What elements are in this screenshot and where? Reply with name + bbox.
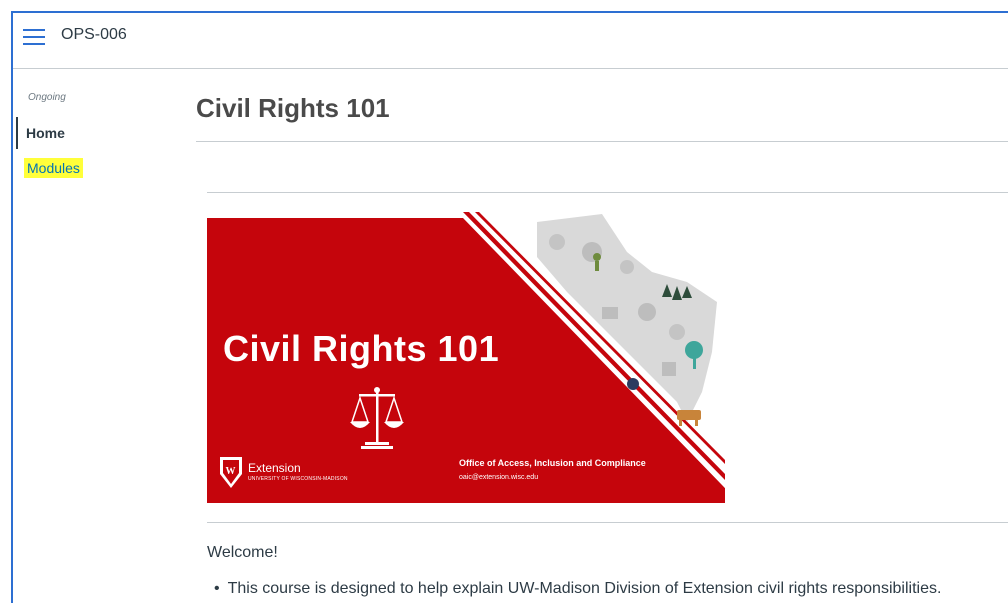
title-divider — [196, 141, 1008, 142]
list-item: This course is designed to help explain … — [214, 580, 942, 598]
svg-text:W: W — [226, 466, 236, 477]
intro-bullet-list: This course is designed to help explain … — [214, 580, 942, 598]
welcome-text: Welcome! — [207, 544, 278, 561]
hamburger-menu-icon[interactable] — [23, 27, 47, 47]
nav-item-home[interactable]: Home — [16, 117, 65, 149]
course-banner-image: W Civil Rights 101 Extension UNIVERSITY … — [207, 212, 725, 503]
window-border-left — [11, 11, 13, 603]
page-title: Civil Rights 101 — [196, 93, 390, 123]
course-code-breadcrumb[interactable]: OPS-006 — [61, 26, 127, 44]
office-name: Office of Access, Inclusion and Complian… — [459, 458, 646, 468]
nav-item-modules[interactable]: Modules — [16, 152, 83, 184]
content-divider-bottom — [207, 522, 1008, 523]
term-label: Ongoing — [28, 92, 66, 103]
nav-item-modules-label: Modules — [24, 158, 83, 178]
banner-title: Civil Rights 101 — [223, 328, 500, 369]
extension-logo-subtitle: UNIVERSITY OF WISCONSIN-MADISON — [248, 476, 348, 482]
content-divider-top — [207, 192, 1008, 193]
office-email: oaic@extension.wisc.edu — [459, 474, 539, 481]
top-bar: OPS-006 — [13, 13, 1008, 69]
extension-logo-name: Extension — [248, 461, 301, 475]
